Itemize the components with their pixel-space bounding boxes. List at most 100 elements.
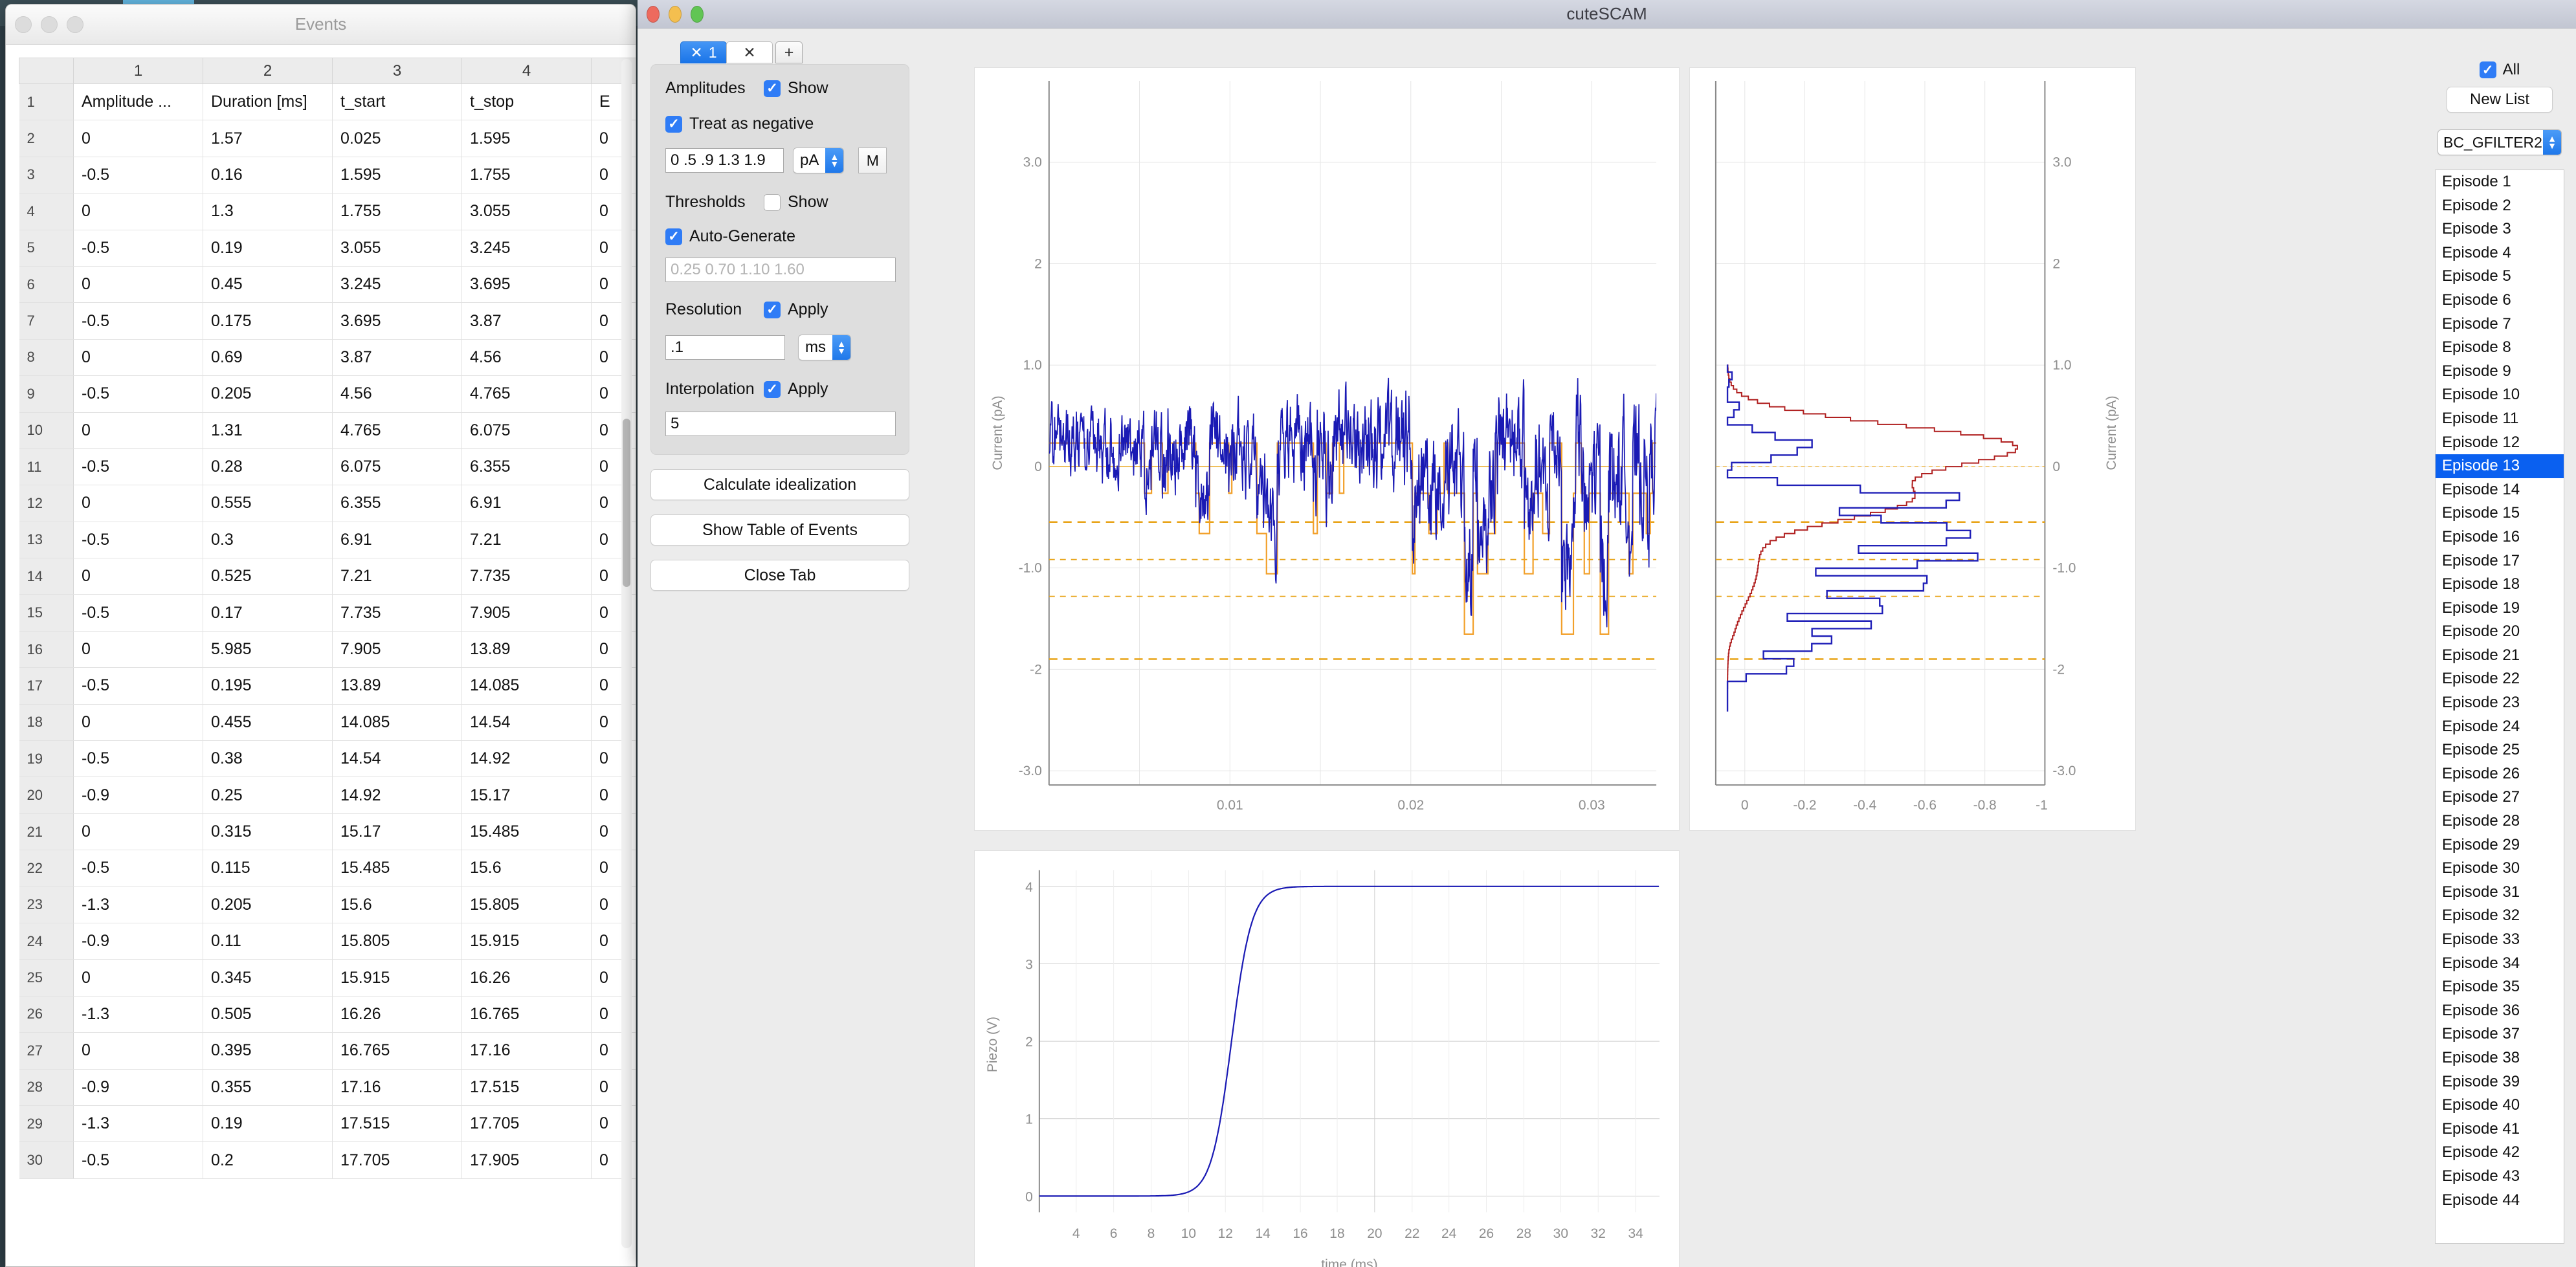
table-cell[interactable]: 0.69 [203,338,333,377]
table-row[interactable]: 13 -0.5 0.3 6.91 7.21 0 [19,521,636,559]
table-cell[interactable]: 1.595 [461,120,592,157]
table-cell[interactable]: 0 [73,338,203,377]
list-item[interactable]: Episode 37 [2436,1022,2564,1046]
table-cell[interactable]: -0.5 [73,375,203,413]
table-cell[interactable]: -0.5 [73,302,203,340]
table-row[interactable]: 16 0 5.985 7.905 13.89 0 [19,630,636,668]
new-list-button[interactable]: New List [2447,87,2553,113]
table-cell[interactable]: 0.38 [203,740,333,778]
list-item[interactable]: Episode 29 [2436,833,2564,857]
table-cell[interactable]: 1.3 [203,193,333,230]
table-row[interactable]: 28 -0.9 0.355 17.16 17.515 0 [19,1068,636,1106]
table-cell[interactable]: 1.755 [332,193,462,230]
table-cell[interactable]: 0.3 [203,521,333,559]
row-header-cell[interactable]: 23 [19,886,74,923]
table-cell[interactable]: 14.085 [332,703,462,742]
list-item[interactable]: Episode 11 [2436,407,2564,431]
table-cell[interactable]: 5.985 [203,630,333,668]
list-item[interactable]: Episode 44 [2436,1189,2564,1213]
list-item[interactable]: Episode 2 [2436,194,2564,218]
table-cell[interactable]: 0.2 [203,1141,333,1179]
row-header-cell[interactable]: 28 [19,1068,74,1106]
row-header-cell[interactable]: 24 [19,922,74,960]
list-item[interactable]: Episode 34 [2436,952,2564,976]
list-item[interactable]: Episode 17 [2436,549,2564,573]
table-cell[interactable]: -0.5 [73,156,203,194]
table-cell[interactable]: 6.91 [332,521,462,559]
list-item[interactable]: Episode 19 [2436,597,2564,621]
auto-generate-checkbox[interactable] [665,228,682,245]
table-cell[interactable]: 0 [73,703,203,742]
table-cell[interactable]: 3.695 [461,265,592,303]
amplitudes-input[interactable]: 0 .5 .9 1.3 1.9 [665,148,784,173]
table-cell[interactable]: 3.87 [332,338,462,377]
table-cell[interactable]: -0.5 [73,850,203,887]
tab-2-close-icon[interactable]: ✕ [743,45,755,60]
table-cell[interactable]: 17.705 [332,1141,462,1179]
row-header-cell[interactable]: 26 [19,995,74,1033]
table-cell[interactable]: 6.355 [461,448,592,486]
thresholds-input[interactable]: 0.25 0.70 1.10 1.60 [665,258,896,282]
amplitudes-m-button[interactable]: M [858,148,887,173]
row-header-cell[interactable]: 19 [19,740,74,778]
calculate-idealization-button[interactable]: Calculate idealization [650,469,909,500]
table-cell[interactable]: 7.905 [461,594,592,632]
minimize-icon[interactable] [669,5,682,23]
table-cell[interactable]: 6.075 [332,448,462,486]
events-window[interactable]: Events 1 2 3 4 1 Amplitude ... Duration [m… [5,4,636,1267]
row-header-cell[interactable]: 8 [19,338,74,377]
table-cell[interactable]: 3.87 [461,302,592,340]
table-cell[interactable]: 0 [73,1032,203,1070]
list-item[interactable]: Episode 1 [2436,170,2564,194]
table-cell[interactable]: -1.3 [73,1105,203,1143]
table-row[interactable]: 29 -1.3 0.19 17.515 17.705 0 [19,1105,636,1143]
events-maximize-icon[interactable] [67,16,83,33]
table-cell[interactable]: Duration [ms] [203,83,333,121]
table-cell[interactable]: 13.89 [332,667,462,705]
episode-list-select[interactable]: BC_GFILTER20 ▲ ▼ [2437,129,2562,155]
list-item[interactable]: Episode 26 [2436,762,2564,786]
list-item[interactable]: Episode 4 [2436,241,2564,265]
table-cell[interactable]: 14.085 [461,667,592,705]
table-cell[interactable]: 14.92 [332,777,462,814]
events-window-controls[interactable] [15,16,83,33]
table-row[interactable]: 3 -0.5 0.16 1.595 1.755 0 [19,156,636,194]
table-cell[interactable]: 17.515 [461,1068,592,1106]
amplitudes-show-checkbox[interactable] [764,80,781,97]
add-tab-button[interactable]: + [775,41,803,63]
events-table-container[interactable]: 1 2 3 4 1 Amplitude ... Duration [ms] t_sta… [6,45,636,1266]
row-header-cell[interactable]: 3 [19,156,74,194]
table-cell[interactable]: 4.765 [332,412,462,449]
row-header-cell[interactable]: 20 [19,777,74,814]
all-checkbox-row[interactable]: All [2435,61,2564,79]
tab-2[interactable]: ✕ [726,41,773,63]
col-header-4[interactable]: 4 [461,58,592,84]
close-icon[interactable] [647,5,660,23]
list-item[interactable]: Episode 21 [2436,644,2564,668]
table-row[interactable]: 27 0 0.395 16.765 17.16 0 [19,1032,636,1070]
table-cell[interactable]: 0.17 [203,594,333,632]
table-cell[interactable]: 17.515 [332,1105,462,1143]
table-cell[interactable]: 0.19 [203,229,333,267]
table-cell[interactable]: 0 [73,485,203,522]
table-cell[interactable]: 15.805 [461,886,592,923]
list-item[interactable]: Episode 23 [2436,691,2564,715]
row-header-cell[interactable]: 13 [19,521,74,559]
list-item[interactable]: Episode 31 [2436,881,2564,905]
table-cell[interactable]: 0.175 [203,302,333,340]
treat-as-negative-checkbox[interactable] [665,115,682,133]
table-cell[interactable]: 14.54 [461,703,592,742]
close-tab-button[interactable]: Close Tab [650,560,909,591]
amplitude-histogram-plot[interactable]: 3.0 2 1.0 0 -1.0 -2 -3.0 0 -0.2 -0.4 -0.6 -0.… [1689,67,2136,831]
list-item[interactable]: Episode 38 [2436,1046,2564,1070]
list-item[interactable]: Episode 13 [2436,454,2564,478]
table-cell[interactable]: 0.025 [332,120,462,157]
maximize-icon[interactable] [691,5,704,23]
table-cell[interactable]: 3.245 [332,265,462,303]
table-row[interactable]: 12 0 0.555 6.355 6.91 0 [19,485,636,522]
thresholds-show-checkbox[interactable] [764,193,781,211]
list-item[interactable]: Episode 9 [2436,360,2564,384]
table-cell[interactable]: -0.9 [73,777,203,814]
table-cell[interactable]: 6.91 [461,485,592,522]
list-item[interactable]: Episode 5 [2436,265,2564,289]
